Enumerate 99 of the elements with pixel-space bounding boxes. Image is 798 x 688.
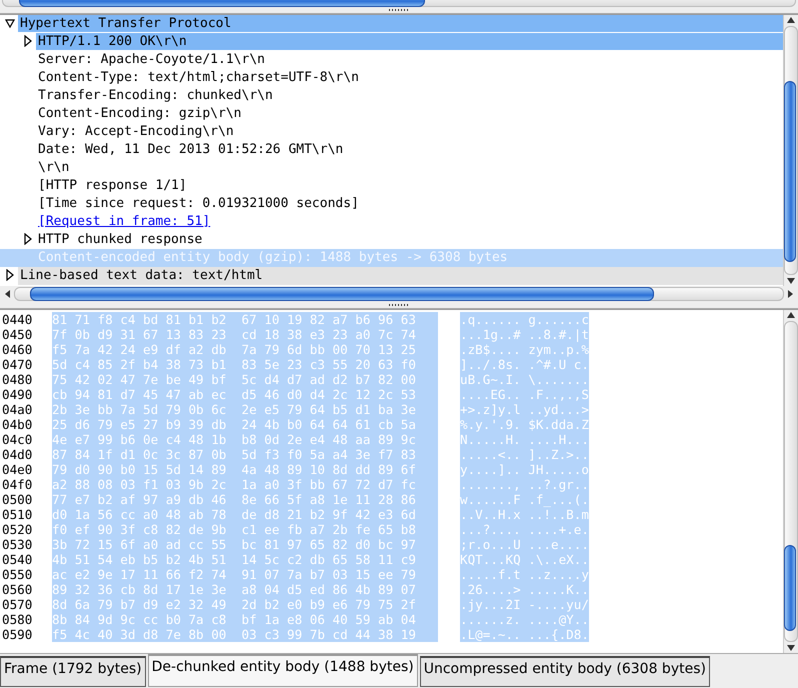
tree-field[interactable]: Content-Type: text/html;charset=UTF-8\r\n bbox=[36, 69, 783, 87]
hex-bytes[interactable]: 2b 3e bb 7a 5d 79 0b 6c 2e e5 79 64 b5 d1 ba 3e bbox=[52, 402, 438, 417]
hex-bytes[interactable]: f5 4c 40 3d d8 7e 8b 00 03 c3 99 7b cd 44 38 19 bbox=[52, 627, 438, 642]
tree-node[interactable]: HTTP/1.1 200 OK\r\n bbox=[36, 33, 783, 51]
byte-offset: 04d0 bbox=[1, 447, 34, 462]
ascii-text[interactable]: .q...... g......c bbox=[460, 312, 589, 327]
hex-bytes[interactable]: a2 88 08 03 f1 03 9b 2c 1a a0 3f bb 67 72 d7 fc bbox=[52, 477, 438, 492]
hex-bytes[interactable]: 79 d0 90 b0 15 5d 14 89 4a 48 89 10 8d dd 89 6f bbox=[52, 462, 438, 477]
vertical-scrollbar[interactable] bbox=[784, 26, 798, 275]
byte-offset: 0500 bbox=[1, 492, 34, 507]
hex-bytes[interactable]: d0 1a 56 cc a0 48 ab 78 de d8 21 b2 9f 42 e3 6d bbox=[52, 507, 438, 522]
collapsed-triangle-icon[interactable] bbox=[23, 35, 33, 47]
byte-offset: 0440 bbox=[1, 312, 34, 327]
scroll-up-arrow-icon[interactable] bbox=[785, 15, 797, 25]
tree-field[interactable]: [Time since request: 0.019321000 seconds] bbox=[36, 195, 783, 213]
ascii-text[interactable]: +>.z]y.l ..yd...> bbox=[460, 402, 589, 417]
hex-bytes[interactable]: 5d c4 85 2f b4 38 73 b1 83 5e 23 c3 55 20 63 f0 bbox=[52, 357, 438, 372]
hex-bytes[interactable]: 8b 84 9d 9c cc b0 7a c8 bf 1a e8 06 40 59 ab 04 bbox=[52, 612, 438, 627]
splitter-grip-icon[interactable] bbox=[389, 304, 409, 306]
vertical-scrollbar[interactable] bbox=[784, 321, 798, 642]
byte-view-tab[interactable]: De-chunked entity body (1488 bytes) bbox=[148, 654, 418, 687]
tree-node[interactable]: Hypertext Transfer Protocol bbox=[18, 15, 783, 33]
byte-offset: 0570 bbox=[1, 597, 34, 612]
scrollbar-thumb[interactable] bbox=[784, 81, 796, 262]
byte-offset: 04a0 bbox=[1, 402, 34, 417]
ascii-text[interactable]: w......F .f_...(. bbox=[460, 492, 589, 507]
ascii-text[interactable]: ....EG.. .F..,.,S bbox=[460, 387, 589, 402]
ascii-text[interactable]: ...1g..# ..8.#.|t bbox=[460, 327, 589, 342]
hex-bytes[interactable]: 87 84 1f d1 0c 3c 87 0b 5d f3 f0 5a a4 3e f7 83 bbox=[52, 447, 438, 462]
ascii-text[interactable]: ..V..H.x ..!..B.m bbox=[460, 507, 589, 522]
ascii-text[interactable]: .L@=.~.. ...{.D8. bbox=[460, 627, 589, 642]
ascii-text[interactable]: .zB$.... zym..p.% bbox=[460, 342, 589, 357]
byte-offset: 0590 bbox=[1, 627, 34, 642]
tree-field[interactable]: Transfer-Encoding: chunked\r\n bbox=[36, 87, 783, 105]
hex-bytes[interactable]: 7f 0b d9 31 67 13 83 23 cd 18 38 e3 23 a0 7c 74 bbox=[52, 327, 438, 342]
ascii-text[interactable]: N.....H. ....H... bbox=[460, 432, 589, 447]
byte-offset: 0550 bbox=[1, 567, 34, 582]
tree-node[interactable]: HTTP chunked response bbox=[36, 231, 783, 249]
tree-field[interactable]: \r\n bbox=[36, 159, 783, 177]
tree-node[interactable]: Line-based text data: text/html bbox=[18, 267, 783, 285]
hex-bytes[interactable]: 8d 6a 79 b7 d9 e2 32 49 2d b2 e0 b9 e6 79 75 2f bbox=[52, 597, 438, 612]
tree-field[interactable]: Server: Apache-Coyote/1.1\r\n bbox=[36, 51, 783, 69]
ascii-text[interactable]: %.y.'.9. $K.dda.Z bbox=[460, 417, 589, 432]
scroll-down-arrow-icon[interactable] bbox=[785, 643, 797, 653]
scrollbar-thumb[interactable] bbox=[30, 287, 654, 301]
byte-offset: 0530 bbox=[1, 537, 34, 552]
byte-offset: 0560 bbox=[1, 582, 34, 597]
collapsed-triangle-icon[interactable] bbox=[5, 269, 15, 281]
ascii-text[interactable]: ......., ..?.gr.. bbox=[460, 477, 589, 492]
ascii-text[interactable]: .26....> .....K.. bbox=[460, 582, 589, 597]
hex-bytes[interactable]: 4e e7 99 b6 0e c4 48 1b b8 0d 2e e4 48 aa 89 9c bbox=[52, 432, 438, 447]
byte-view-tab[interactable]: Uncompressed entity body (6308 bytes) bbox=[420, 656, 710, 687]
ascii-text[interactable]: .....f.t ..z....y bbox=[460, 567, 589, 582]
ascii-text[interactable]: KQT...KQ .\..eX.. bbox=[460, 552, 589, 567]
ascii-text[interactable]: ...?.... ....+.e. bbox=[460, 522, 589, 537]
tree-field[interactable]: Date: Wed, 11 Dec 2013 01:52:26 GMT\r\n bbox=[36, 141, 783, 159]
scroll-up-arrow-icon[interactable] bbox=[785, 310, 797, 320]
horizontal-scrollbar[interactable] bbox=[14, 287, 784, 301]
scroll-down-arrow-icon[interactable] bbox=[785, 276, 797, 286]
byte-offset: 0450 bbox=[1, 327, 34, 342]
byte-offset: 0510 bbox=[1, 507, 34, 522]
byte-view-tab[interactable]: Frame (1792 bytes) bbox=[0, 656, 146, 687]
ascii-text[interactable]: ......z. ....@Y.. bbox=[460, 612, 589, 627]
ascii-text[interactable]: .....<.. ]..Z.>.. bbox=[460, 447, 589, 462]
ascii-text[interactable]: .jy...2I -....yu/ bbox=[460, 597, 589, 612]
splitter-grip-icon[interactable] bbox=[389, 8, 409, 12]
ascii-text[interactable]: y....].. JH.....o bbox=[460, 462, 589, 477]
expanded-triangle-icon[interactable] bbox=[5, 17, 15, 29]
byte-offset: 0480 bbox=[1, 372, 34, 387]
hex-bytes[interactable]: 81 71 f8 c4 bd 81 b1 b2 67 10 19 82 a7 b6 96 63 bbox=[52, 312, 438, 327]
byte-offset: 0460 bbox=[1, 342, 34, 357]
ascii-text[interactable]: uB.G~.I. \....... bbox=[460, 372, 589, 387]
tree-field[interactable]: [HTTP response 1/1] bbox=[36, 177, 783, 195]
tree-field[interactable]: Content-Encoding: gzip\r\n bbox=[36, 105, 783, 123]
hex-bytes[interactable]: 3b 72 15 6f a0 ad cc 55 bc 81 97 65 82 d0 bc 97 bbox=[52, 537, 438, 552]
byte-offset: 04e0 bbox=[1, 462, 34, 477]
hex-bytes[interactable]: ac e2 9e 17 11 66 f2 74 91 07 7a b7 03 15 ee 79 bbox=[52, 567, 438, 582]
frame-link[interactable]: [Request in frame: 51] bbox=[36, 213, 210, 231]
hex-bytes[interactable]: 77 e7 b2 af 97 a9 db 46 8e 66 5f a8 1e 11 28 86 bbox=[52, 492, 438, 507]
hex-bytes[interactable]: 89 32 36 cb 8d 17 1e 3e a8 04 d5 ed 86 4b 89 07 bbox=[52, 582, 438, 597]
byte-offset: 0490 bbox=[1, 387, 34, 402]
byte-offset: 0470 bbox=[1, 357, 34, 372]
ascii-text[interactable]: ]../.8s. .^#.U c. bbox=[460, 357, 589, 372]
tree-field[interactable]: Vary: Accept-Encoding\r\n bbox=[36, 123, 783, 141]
hex-bytes[interactable]: cb 94 81 d7 45 47 ab ec d5 46 d0 d4 2c 12 2c 53 bbox=[52, 387, 438, 402]
byte-offset: 0520 bbox=[1, 522, 34, 537]
ascii-text[interactable]: ;r.o...U ...e.... bbox=[460, 537, 589, 552]
collapsed-triangle-icon[interactable] bbox=[23, 233, 33, 245]
byte-offset: 04b0 bbox=[1, 417, 34, 432]
byte-offset: 0540 bbox=[1, 552, 34, 567]
byte-offset: 04c0 bbox=[1, 432, 34, 447]
hex-bytes[interactable]: 4b 51 54 eb b5 b2 4b 51 14 5c c2 db 65 58 11 c9 bbox=[52, 552, 438, 567]
hex-bytes[interactable]: f5 7a 42 24 e9 df a2 db 7a 79 6d bb 00 70 13 25 bbox=[52, 342, 438, 357]
scrollbar-thumb[interactable] bbox=[784, 545, 796, 632]
hex-bytes[interactable]: 25 d6 79 e5 27 b9 39 db 24 4b b0 64 64 61 cb 5a bbox=[52, 417, 438, 432]
byte-offset: 0580 bbox=[1, 612, 34, 627]
byte-offset: 04f0 bbox=[1, 477, 34, 492]
hex-bytes[interactable]: f0 ef 90 3f c8 82 de 9b c1 ee fb a7 2b fe 65 b8 bbox=[52, 522, 438, 537]
hex-bytes[interactable]: 75 42 02 47 7e be 49 bf 5c d4 d7 ad d2 b7 82 00 bbox=[52, 372, 438, 387]
